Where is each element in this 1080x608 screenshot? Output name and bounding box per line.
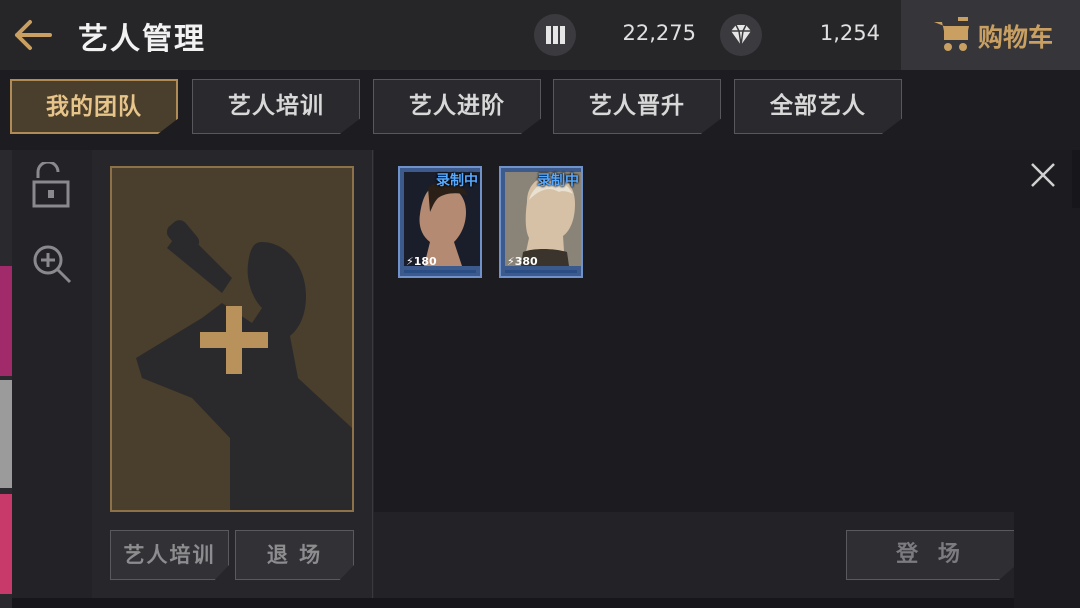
tab-artist-training[interactable]: 艺人培训	[192, 79, 360, 134]
tab-artist-promotion[interactable]: 艺人晋升	[553, 79, 721, 134]
tool-sidebar	[12, 150, 92, 598]
record-icon	[534, 14, 576, 56]
diamond-icon	[720, 14, 762, 56]
artist-training-button[interactable]: 艺人培训	[110, 530, 229, 580]
artist-slot[interactable]	[110, 166, 354, 512]
tab-artist-advance[interactable]: 艺人进阶	[373, 79, 541, 134]
recording-badge: 录制中	[436, 173, 478, 189]
unlock-icon[interactable]	[30, 160, 74, 208]
add-plus-icon[interactable]	[200, 306, 268, 374]
tab-my-team[interactable]: 我的团队	[10, 79, 178, 134]
page-title: 艺人管理	[78, 22, 206, 57]
card-power: ⚡180	[406, 255, 437, 268]
artist-card[interactable]: 录制中 ⚡380	[499, 166, 583, 278]
close-icon	[1031, 163, 1055, 187]
zoom-in-icon[interactable]	[30, 242, 74, 286]
currency-2-value: 1,254	[819, 21, 880, 45]
artist-card[interactable]: 录制中 ⚡180	[398, 166, 482, 278]
background-card-edge	[0, 494, 12, 594]
back-arrow-icon[interactable]	[12, 16, 54, 54]
cart-icon	[932, 16, 972, 54]
close-button[interactable]	[1014, 150, 1072, 208]
card-bar	[404, 270, 476, 273]
debut-button[interactable]: 登 场	[846, 530, 1016, 580]
divider	[372, 150, 373, 598]
exit-button[interactable]: 退 场	[235, 530, 354, 580]
shop-label: 购物车	[978, 23, 1054, 52]
tab-all-artists[interactable]: 全部艺人	[734, 79, 902, 134]
currency-1-value: 22,275	[622, 21, 696, 45]
background-card-edge	[0, 266, 12, 376]
recording-badge: 录制中	[537, 173, 579, 189]
card-bar	[505, 270, 577, 273]
right-strip	[1014, 208, 1080, 608]
background-card-edge	[0, 380, 12, 488]
card-power: ⚡380	[507, 255, 538, 268]
